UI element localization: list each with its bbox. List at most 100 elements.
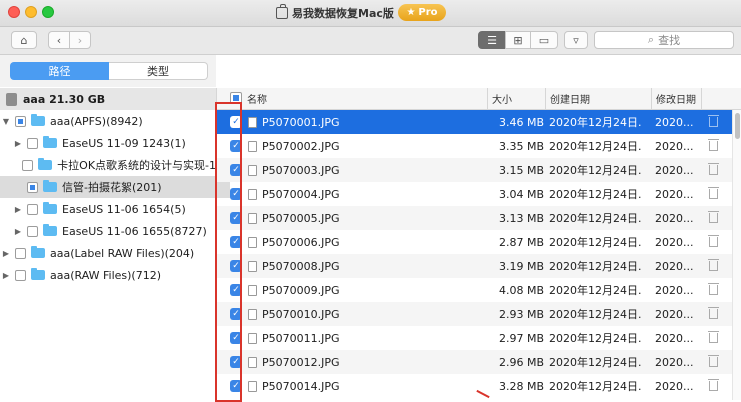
trash-icon[interactable]	[708, 211, 719, 223]
vertical-scrollbar[interactable]	[732, 110, 741, 400]
tree-item-karaoke[interactable]: 卡拉OK点歌系统的设计与实现-141	[0, 154, 230, 176]
filter-button[interactable]: ▿	[564, 31, 588, 49]
file-modified: 2020...	[655, 379, 694, 393]
minimize-window-button[interactable]	[25, 6, 37, 18]
table-row[interactable]: ✓ P5070004.JPG 3.04 MB 2020年12月24日... 20…	[217, 182, 732, 206]
file-name: P5070003.JPG	[262, 163, 340, 177]
table-row[interactable]: ✓ P5070002.JPG 3.35 MB 2020年12月24日... 20…	[217, 134, 732, 158]
file-size: 3.46 MB	[498, 115, 544, 129]
table-row[interactable]: ✓ P5070008.JPG 3.19 MB 2020年12月24日... 20…	[217, 254, 732, 278]
magnifier-icon: ⌕	[647, 33, 655, 46]
trash-icon[interactable]	[708, 283, 719, 295]
file-created: 2020年12月24日...	[549, 236, 641, 249]
list-view-button[interactable]: ☰	[478, 31, 506, 49]
tree-checkbox[interactable]	[27, 203, 38, 215]
trash-icon[interactable]	[708, 307, 719, 319]
tree-item-easeus-1655[interactable]: ▶ EaseUS 11-06 1655(8727)	[0, 220, 230, 242]
grid-view-button[interactable]: ⊞	[505, 31, 531, 49]
triangle-expanded-icon[interactable]: ▼	[2, 117, 10, 126]
forward-button[interactable]: ›	[69, 31, 91, 49]
file-created: 2020年12月24日...	[549, 188, 641, 201]
tree-item-easeus-1243[interactable]: ▶ EaseUS 11-09 1243(1)	[0, 132, 230, 154]
triangle-collapsed-icon[interactable]: ▶	[14, 139, 22, 148]
filmstrip-view-button[interactable]: ▭	[530, 31, 558, 49]
file-size: 3.04 MB	[498, 187, 544, 201]
file-size: 3.13 MB	[498, 211, 544, 225]
file-size: 2.96 MB	[498, 355, 544, 369]
tree-checkbox[interactable]	[27, 137, 38, 149]
trash-icon[interactable]	[708, 259, 719, 271]
file-modified: 2020...	[655, 163, 694, 177]
table-row[interactable]: ✓ P5070003.JPG 3.15 MB 2020年12月24日... 20…	[217, 158, 732, 182]
pro-upgrade-button[interactable]: ★ Pro	[398, 4, 446, 21]
file-name: P5070014.JPG	[262, 379, 340, 393]
tree-item-easeus-1654[interactable]: ▶ EaseUS 11-06 1654(5)	[0, 198, 230, 220]
filmstrip-view-icon: ▭	[538, 33, 550, 47]
table-row[interactable]: ✓ P5070010.JPG 2.93 MB 2020年12月24日... 20…	[217, 302, 732, 326]
table-row[interactable]: ✓ P5070006.JPG 2.87 MB 2020年12月24日... 20…	[217, 230, 732, 254]
trash-icon[interactable]	[708, 115, 719, 127]
trash-icon[interactable]	[708, 187, 719, 199]
file-icon	[248, 380, 257, 392]
file-size: 2.93 MB	[498, 307, 544, 321]
triangle-collapsed-icon[interactable]: ▶	[14, 227, 22, 236]
trash-icon[interactable]	[708, 139, 719, 151]
file-created: 2020年12月24日...	[549, 164, 641, 177]
forward-icon: ›	[77, 33, 83, 47]
file-size: 3.15 MB	[498, 163, 544, 177]
table-row[interactable]: ✓ P5070012.JPG 2.96 MB 2020年12月24日... 20…	[217, 350, 732, 374]
trash-icon[interactable]	[708, 163, 719, 175]
tree-checkbox[interactable]	[27, 225, 38, 237]
file-name: P5070010.JPG	[262, 307, 340, 321]
tree-checkbox[interactable]	[15, 247, 26, 259]
tree-item-xinguan[interactable]: 信管-拍摄花絮(201)	[0, 176, 230, 198]
file-icon	[248, 236, 257, 248]
file-icon	[248, 188, 257, 200]
tree-checkbox[interactable]	[22, 159, 34, 171]
trash-icon[interactable]	[708, 379, 719, 391]
tree-checkbox[interactable]	[27, 181, 38, 193]
folder-icon	[43, 224, 57, 236]
window-title: 易我数据恢复Mac版	[276, 4, 394, 22]
triangle-collapsed-icon[interactable]: ▶	[2, 271, 10, 280]
file-modified: 2020...	[655, 139, 694, 153]
trash-icon[interactable]	[708, 331, 719, 343]
tab-path[interactable]: 路径	[10, 62, 109, 80]
table-row[interactable]: ✓ P5070001.JPG 3.46 MB 2020年12月24日... 20…	[217, 110, 732, 134]
trash-icon[interactable]	[708, 355, 719, 367]
tree-checkbox[interactable]	[15, 115, 26, 127]
file-name: P5070006.JPG	[262, 235, 340, 249]
back-button[interactable]: ‹	[48, 31, 70, 49]
tree-checkbox[interactable]	[15, 269, 26, 281]
window-title-text: 易我数据恢复Mac版	[292, 7, 394, 20]
column-created[interactable]: 创建日期	[545, 88, 651, 109]
triangle-collapsed-icon[interactable]: ▶	[2, 249, 10, 258]
scrollbar-thumb[interactable]	[735, 113, 740, 139]
tree-item-label: 卡拉OK点歌系统的设计与实现-141	[57, 159, 230, 172]
table-row[interactable]: ✓ P5070011.JPG 2.97 MB 2020年12月24日... 20…	[217, 326, 732, 350]
sidebar: aaa 21.30 GB ▼ aaa(APFS)(8942) ▶ EaseUS …	[0, 88, 230, 400]
tree-item-label-raw[interactable]: ▶ aaa(Label RAW Files)(204)	[0, 242, 218, 264]
table-row[interactable]: ✓ P5070009.JPG 4.08 MB 2020年12月24日... 20…	[217, 278, 732, 302]
partial-mark-icon	[233, 95, 239, 101]
file-icon	[248, 212, 257, 224]
drive-header[interactable]: aaa 21.30 GB	[0, 88, 216, 110]
file-name: P5070001.JPG	[262, 115, 340, 129]
table-row[interactable]: ✓ P5070014.JPG 3.28 MB 2020年12月24日... 20…	[217, 374, 732, 398]
zoom-window-button[interactable]	[42, 6, 54, 18]
trash-icon[interactable]	[708, 235, 719, 247]
tree-item-aaa-apfs[interactable]: ▼ aaa(APFS)(8942)	[0, 110, 218, 132]
search-input[interactable]: ⌕ 查找	[594, 31, 734, 49]
folder-icon	[43, 202, 57, 214]
close-window-button[interactable]	[8, 6, 20, 18]
triangle-collapsed-icon[interactable]: ▶	[14, 205, 22, 214]
file-created: 2020年12月24日...	[549, 260, 641, 273]
table-row[interactable]: ✓ P5070005.JPG 3.13 MB 2020年12月24日... 20…	[217, 206, 732, 230]
column-modified[interactable]: 修改日期	[651, 88, 701, 109]
column-size[interactable]: 大小	[487, 88, 545, 109]
filter-icon: ▿	[573, 33, 579, 47]
home-button[interactable]: ⌂	[11, 31, 37, 49]
column-name[interactable]: 名称	[243, 88, 487, 109]
tree-item-raw-files[interactable]: ▶ aaa(RAW Files)(712)	[0, 264, 218, 286]
tab-type[interactable]: 类型	[109, 62, 208, 80]
